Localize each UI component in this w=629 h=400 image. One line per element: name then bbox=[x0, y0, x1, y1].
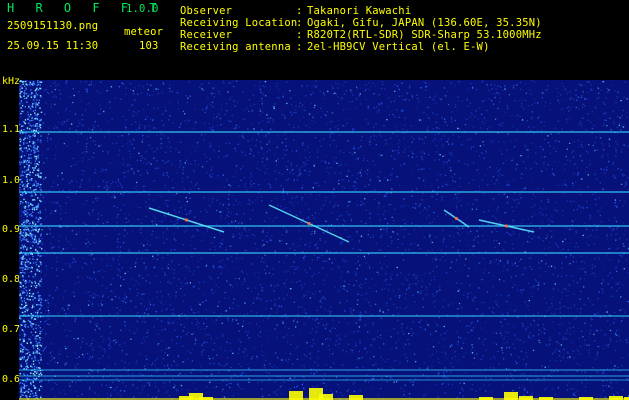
app-version: 1.0.0 bbox=[126, 3, 159, 15]
meteor-echo-head bbox=[184, 218, 189, 222]
location-value: Ogaki, Gifu, JAPAN (136.60E, 35.35N) bbox=[307, 17, 542, 29]
antenna-sep: : bbox=[296, 41, 303, 53]
spectrogram-image bbox=[19, 80, 629, 400]
filename-label: 2509151130.png bbox=[7, 20, 99, 32]
observer-sep: : bbox=[296, 5, 303, 17]
y-tick-label: 0.9 bbox=[2, 224, 21, 235]
header-panel: H R O F F T 1.0.0 2509151130.png meteor … bbox=[0, 0, 629, 76]
meteor-echo-head bbox=[307, 221, 311, 226]
antenna-key: Receiving antenna bbox=[180, 41, 291, 53]
y-tick-label: 1.1 bbox=[2, 124, 21, 135]
location-key: Receiving Location bbox=[180, 17, 298, 29]
receiver-key: Receiver bbox=[180, 29, 233, 41]
spectrogram-panel bbox=[19, 80, 629, 400]
meteor-echo-head bbox=[504, 224, 509, 228]
receiver-sep: : bbox=[296, 29, 303, 41]
observer-value: Takanori Kawachi bbox=[307, 5, 412, 17]
observer-key: Observer bbox=[180, 5, 233, 17]
y-tick-label: 0.8 bbox=[2, 274, 21, 285]
y-tick-label: 0.7 bbox=[2, 324, 21, 335]
datetime-label: 25.09.15 11:30 bbox=[7, 40, 99, 52]
y-tick-label: 1.0 bbox=[2, 175, 21, 186]
receiver-value: R820T2(RTL-SDR) SDR-Sharp 53.1000MHz bbox=[307, 29, 542, 41]
meteor-echo-head bbox=[454, 216, 459, 221]
y-unit-label: kHz bbox=[2, 76, 21, 87]
location-sep: : bbox=[296, 17, 303, 29]
spectrogram-background bbox=[19, 80, 629, 400]
antenna-value: 2el-HB9CV Vertical (el. E-W) bbox=[307, 41, 490, 53]
y-tick-label: 0.6 bbox=[2, 374, 21, 385]
count-label: 103 bbox=[139, 40, 159, 52]
mode-label: meteor bbox=[124, 26, 164, 38]
